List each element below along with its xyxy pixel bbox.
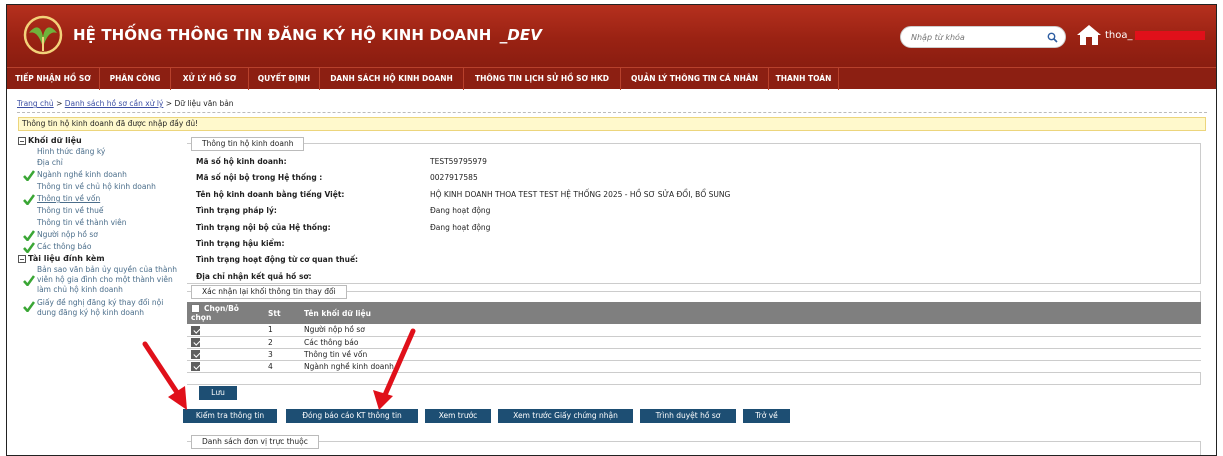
search-input[interactable] [911, 30, 1031, 45]
menu-tiep-nhan-ho-so[interactable]: TIẾP NHẬN HỒ SƠ [7, 68, 100, 90]
user-name-redaction [1135, 31, 1205, 40]
home-icon[interactable] [1075, 23, 1103, 47]
tab-subordinate-units[interactable]: Danh sách đơn vị trực thuộc [191, 435, 319, 449]
search-box[interactable] [900, 26, 1066, 48]
info-value: 0027917585 [430, 173, 478, 182]
info-label: Tình trạng hoạt động từ cơ quan thuế: [196, 255, 359, 264]
menu-danh-sach-ho-kinh-doanh[interactable]: DANH SÁCH HỘ KINH DOANH [320, 68, 464, 90]
site-title: HỆ THỐNG THÔNG TIN ĐĂNG KÝ HỘ KINH DOANH… [73, 26, 542, 44]
main-menu: TIẾP NHẬN HỒ SƠ PHÂN CÔNG XỬ LÝ HỒ SƠ QU… [7, 67, 1216, 90]
check-icon [23, 242, 35, 253]
menu-quyet-dinh[interactable]: QUYẾT ĐỊNH [249, 68, 320, 90]
info-value: Đang hoạt động [430, 223, 491, 232]
sidebar-item-thong-bao[interactable]: Các thông báo [17, 242, 179, 253]
sidebar-item-von[interactable]: Thông tin về vốn [17, 194, 179, 205]
collapse-icon[interactable] [18, 137, 26, 145]
sidebar-item-dia-chi[interactable]: Địa chỉ [17, 158, 179, 169]
check-icon [23, 301, 35, 312]
menu-quan-ly-thong-tin-ca-nhan[interactable]: QUẢN LÝ THÔNG TIN CÁ NHÂN [621, 68, 769, 90]
arrow-icon [142, 341, 187, 410]
sidebar-item-nganh-nghe[interactable]: Ngành nghề kinh doanh [17, 170, 179, 181]
sidebar-item-giay-de-nghi[interactable]: Giấy đề nghị đăng ký thay đổi nội dung đ… [17, 298, 179, 318]
row-checkbox[interactable] [191, 337, 200, 347]
check-icon [23, 230, 35, 241]
row-checkbox[interactable] [191, 361, 200, 371]
divider [17, 112, 1207, 113]
menu-phan-cong[interactable]: PHÂN CÔNG [100, 68, 171, 90]
check-info-button[interactable]: Kiểm tra thông tin [183, 409, 277, 423]
breadcrumb-home[interactable]: Trang chủ [17, 99, 54, 108]
info-value: TEST59795979 [430, 157, 487, 166]
info-label: Tình trạng hậu kiểm: [196, 239, 285, 248]
row-checkbox[interactable] [191, 349, 200, 359]
back-button[interactable]: Trở về [743, 409, 790, 423]
units-fieldset [187, 441, 1201, 455]
user-name[interactable]: thoa_ [1105, 30, 1133, 41]
sidebar-item-uy-quyen[interactable]: Bản sao văn bản ủy quyền của thành viên … [17, 265, 179, 295]
header: HỆ THỐNG THÔNG TIN ĐĂNG KÝ HỘ KINH DOANH… [7, 5, 1216, 67]
sidebar: Khối dữ liệu Hình thức đăng ký Địa chỉ N… [17, 135, 179, 318]
sidebar-item-thanh-vien[interactable]: Thông tin về thành viên [17, 218, 179, 229]
table-row: 1 Người nộp hồ sơ [187, 324, 1201, 337]
table-row: 4 Ngành nghề kinh doanh [187, 360, 1201, 373]
sidebar-item-nguoi-nop[interactable]: Người nộp hồ sơ [17, 230, 179, 241]
info-value: HỘ KINH DOANH THOA TEST TEST HỆ THỐNG 20… [430, 190, 731, 199]
check-icon [23, 194, 35, 205]
col-select: Chọn/Bỏ chọn [187, 302, 264, 324]
sidebar-item-hinh-thuc[interactable]: Hình thức đăng ký [17, 147, 179, 158]
confirm-table: Chọn/Bỏ chọn Stt Tên khối dữ liệu 1 Ngườ… [187, 302, 1201, 373]
col-stt: Stt [264, 302, 300, 324]
info-label: Tình trạng nội bộ của Hệ thống: [196, 223, 331, 232]
col-name: Tên khối dữ liệu [300, 302, 1201, 324]
sidebar-group-data[interactable]: Khối dữ liệu [17, 135, 179, 147]
submit-dossier-button[interactable]: Trình duyệt hồ sơ [640, 409, 736, 423]
info-value: Đang hoạt động [430, 206, 491, 215]
collapse-icon[interactable] [18, 255, 26, 263]
app-window: HỆ THỐNG THÔNG TIN ĐĂNG KÝ HỘ KINH DOANH… [6, 4, 1217, 456]
preview-button[interactable]: Xem trước [425, 409, 491, 423]
save-button[interactable]: Lưu [199, 386, 237, 400]
sidebar-item-chu-ho[interactable]: Thông tin về chủ hộ kinh doanh [17, 182, 179, 193]
info-label: Mã số hộ kinh doanh: [196, 157, 287, 166]
info-label: Mã số nội bộ trong Hệ thống : [196, 173, 323, 182]
sidebar-item-thue[interactable]: Thông tin về thuế [17, 206, 179, 217]
breadcrumb-list[interactable]: Danh sách hồ sơ cần xử lý [65, 99, 164, 108]
menu-thanh-toan[interactable]: THANH TOÁN [769, 68, 839, 90]
breadcrumb-current: Dữ liệu văn bản [174, 99, 234, 108]
menu-lich-su-ho-so[interactable]: THÔNG TIN LỊCH SỬ HỒ SƠ HKD [464, 68, 621, 90]
sidebar-group-attachments[interactable]: Tài liệu đính kèm [17, 253, 179, 265]
check-icon [23, 275, 35, 286]
table-row: 2 Các thông báo [187, 336, 1201, 349]
breadcrumb: Trang chủ > Danh sách hồ sơ cần xử lý > … [17, 99, 234, 108]
info-label: Tình trạng pháp lý: [196, 206, 277, 215]
menu-xu-ly-ho-so[interactable]: XỬ LÝ HỒ SƠ [171, 68, 249, 90]
info-label: Tên hộ kinh doanh bằng tiếng Việt: [196, 190, 345, 199]
info-label: Địa chỉ nhận kết quả hồ sơ: [196, 272, 312, 281]
select-all-checkbox[interactable] [191, 304, 200, 314]
notice-banner: Thông tin hộ kinh doanh đã được nhập đầy… [18, 117, 1206, 131]
tab-confirm-changes[interactable]: Xác nhận lại khối thông tin thay đổi [191, 285, 347, 299]
row-checkbox[interactable] [191, 325, 200, 335]
table-row: 3 Thông tin về vốn [187, 348, 1201, 361]
close-report-button[interactable]: Đóng báo cáo KT thông tin [286, 409, 418, 423]
logo-icon [23, 15, 63, 55]
check-icon [23, 170, 35, 181]
table-header: Chọn/Bỏ chọn Stt Tên khối dữ liệu [187, 302, 1201, 324]
preview-certificate-button[interactable]: Xem trước Giấy chứng nhận [498, 409, 633, 423]
search-icon [1047, 32, 1058, 43]
search-button[interactable] [1043, 29, 1061, 45]
tab-business-info[interactable]: Thông tin hộ kinh doanh [191, 137, 305, 151]
